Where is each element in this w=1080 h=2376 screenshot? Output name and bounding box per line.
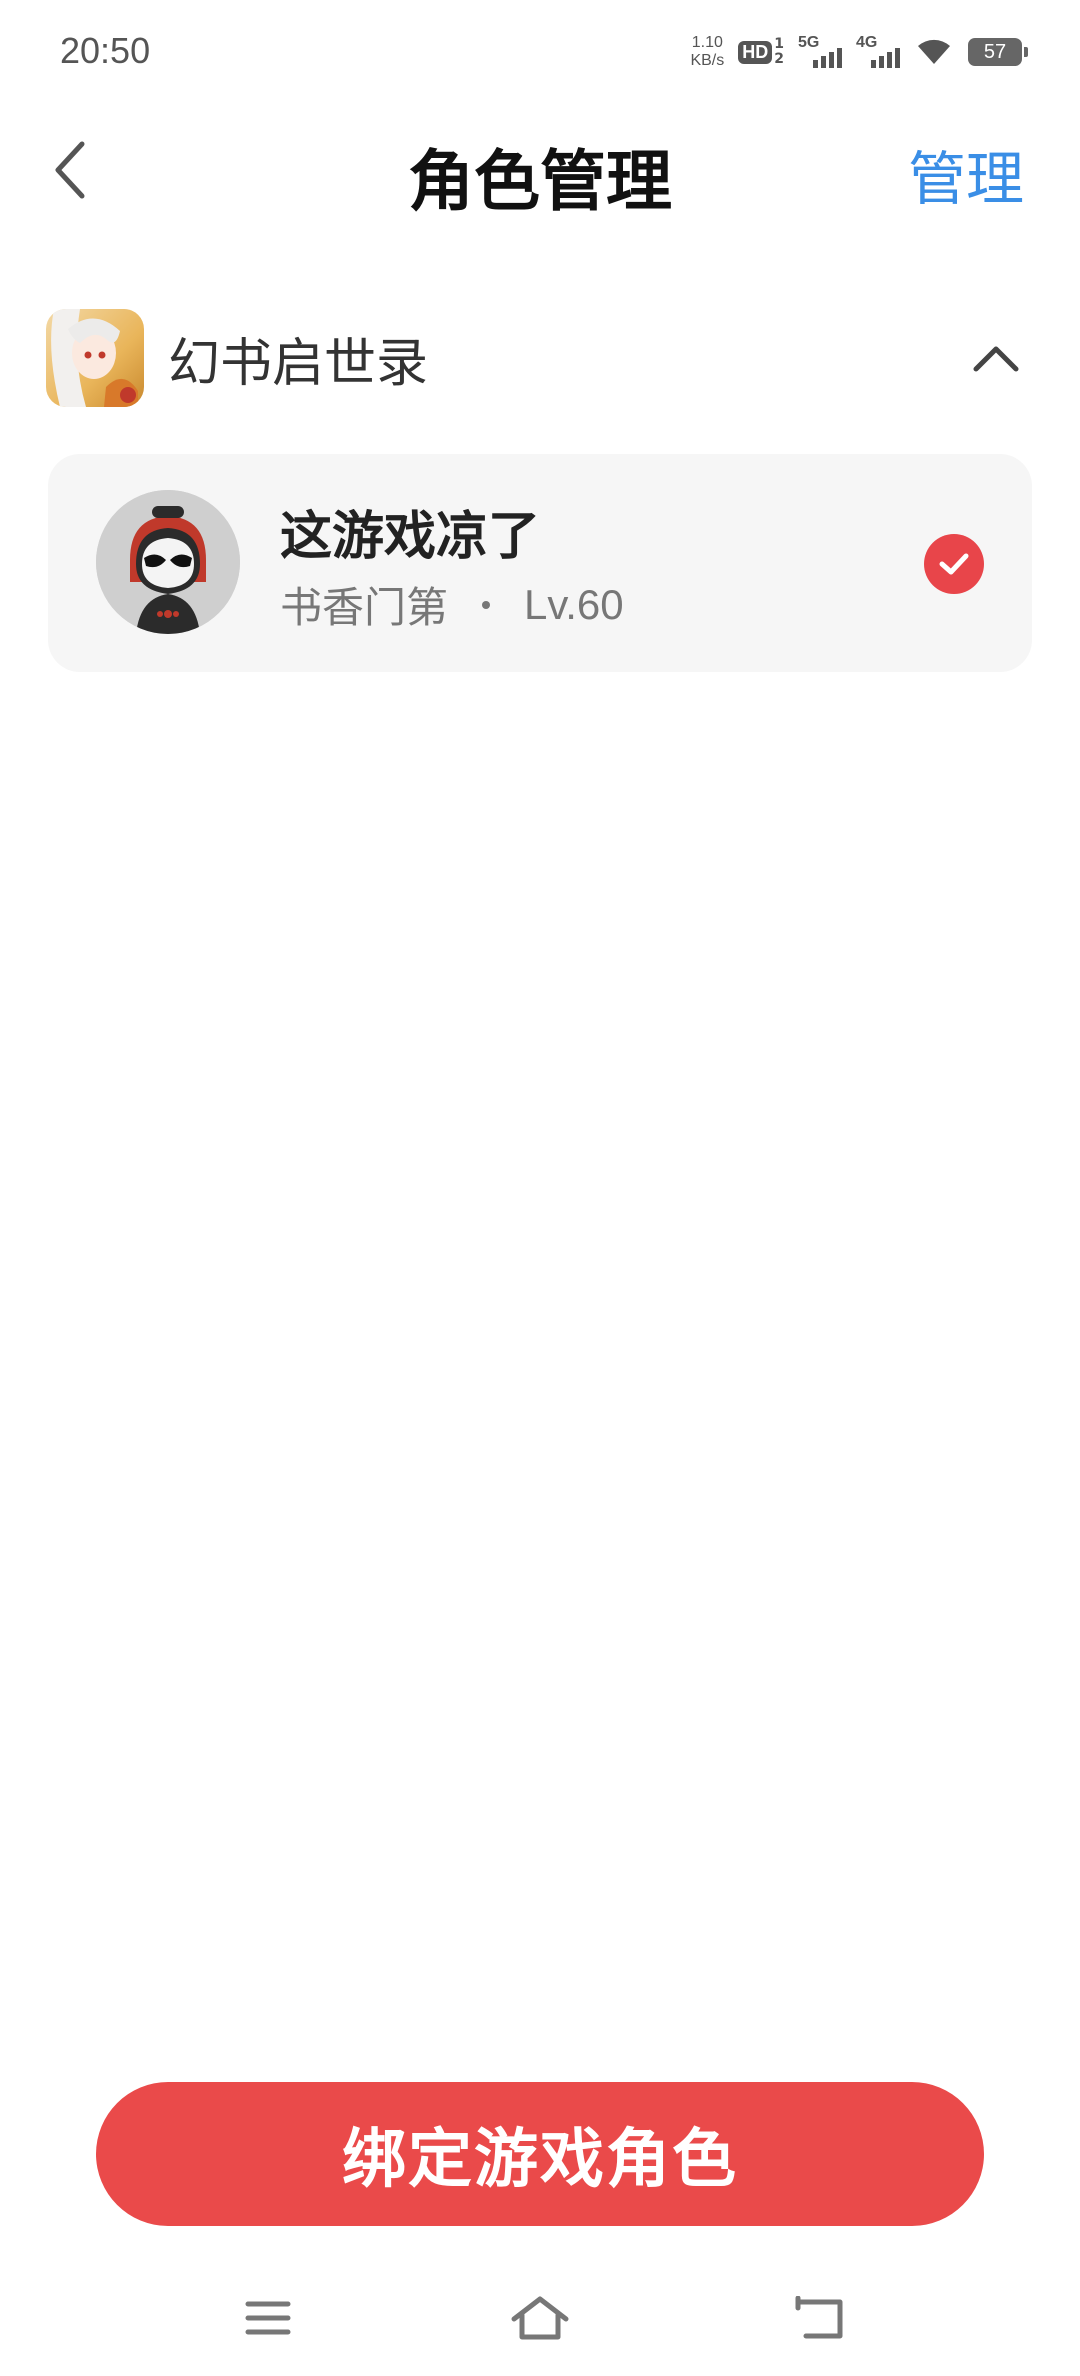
collapse-button[interactable]: [968, 330, 1024, 386]
role-server: 书香门第: [280, 583, 449, 632]
avatar: [96, 490, 240, 634]
bind-game-role-button[interactable]: 绑定游戏角色: [96, 2082, 984, 2226]
system-nav-bar: [0, 2270, 1080, 2370]
home-icon: [511, 2296, 569, 2340]
hd-icon: HD 1 2: [738, 37, 784, 67]
network-speed-value: 1.10: [691, 34, 723, 51]
hd-label: HD: [738, 40, 773, 64]
game-name: 幻书启世录: [168, 333, 429, 394]
selected-check[interactable]: [924, 534, 984, 594]
menu-icon: [245, 2301, 291, 2335]
network-speed-unit: KB/s: [690, 52, 725, 69]
separator-dot: [482, 600, 491, 609]
back-icon: [795, 2296, 843, 2339]
hd-sub-top: 1: [774, 36, 784, 52]
battery-icon: 57: [968, 38, 1028, 66]
status-time: 20:50: [60, 30, 151, 71]
role-name: 这游戏凉了: [280, 507, 541, 567]
header: 角色管理 管理: [0, 110, 1080, 230]
manage-button[interactable]: 管理: [908, 132, 1024, 216]
chevron-up-icon: [973, 346, 1019, 372]
signal-5g-icon: 5G: [798, 34, 842, 70]
hd-sub-bottom: 2: [774, 51, 784, 67]
nav-home-button[interactable]: [500, 2288, 580, 2348]
nav-back-button[interactable]: [780, 2288, 860, 2348]
network-speed: 1.10 KB/s: [690, 34, 724, 70]
check-icon: [939, 553, 969, 575]
game-section-header[interactable]: 幻书启世录: [46, 308, 1034, 408]
signal-4g-icon: 4G: [856, 34, 900, 70]
role-meta: 书香门第 Lv.60: [280, 574, 624, 635]
status-icons: 1.10 KB/s HD 1 2 5G 4G 57: [690, 34, 1028, 70]
status-bar: 20:50 1.10 KB/s HD 1 2 5G 4G 57: [0, 0, 1080, 110]
game-icon: [46, 309, 144, 407]
wifi-icon: [914, 34, 954, 70]
role-level: Lv.60: [524, 580, 624, 628]
nav-menu-button[interactable]: [228, 2288, 308, 2348]
role-card[interactable]: 这游戏凉了 书香门第 Lv.60: [48, 454, 1032, 672]
